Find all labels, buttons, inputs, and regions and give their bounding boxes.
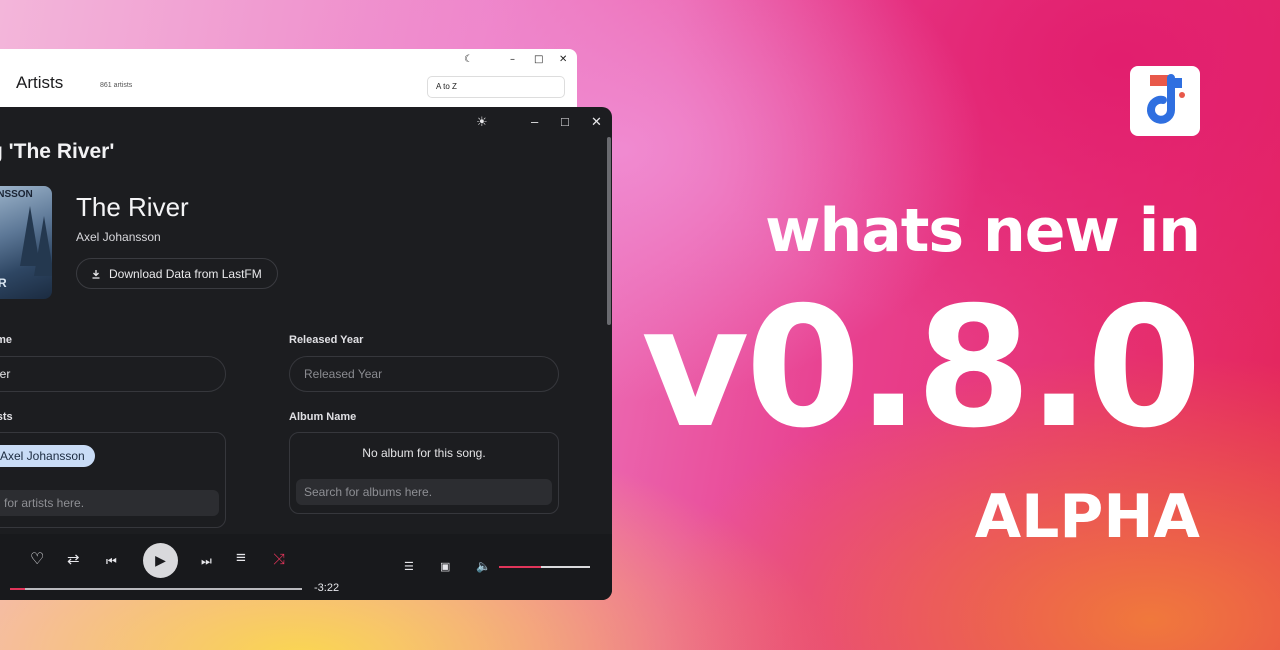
album-empty-message: No album for this song. [362,446,486,460]
album-cover: ANSSON ER [0,186,52,299]
song-artist: Axel Johansson [76,230,161,244]
scrollbar[interactable] [607,137,611,325]
minimize-icon[interactable]: – [510,55,515,65]
shuffle-icon[interactable]: ⤨ [273,552,285,568]
theme-sun-icon[interactable]: ☀ [476,115,488,129]
volume-slider[interactable] [499,566,590,568]
minimize-icon[interactable]: – [531,115,538,129]
close-icon[interactable]: ✕ [559,55,567,65]
download-icon [92,269,100,279]
heart-icon[interactable]: ♡ [30,552,44,568]
music-note-icon [1147,74,1185,124]
lastfm-button-label: Download Data from LastFM [109,266,262,281]
lyrics-icon[interactable]: ☰ [404,559,414,575]
page-title: g 'The River' [0,140,115,163]
sort-select[interactable]: A to Z [427,76,565,98]
player-bar: ♡ ⇄ ⏮ ▶ ⏭ ≡ ⤨ -3:22 ☰ ▣ 🔈 [0,534,612,600]
released-year-label: Released Year [289,334,364,346]
theme-moon-icon[interactable]: ☾ [464,55,473,65]
page-title: Artists [16,73,64,92]
remaining-time: -3:22 [314,582,340,594]
previous-icon[interactable]: ⏮ [106,553,117,569]
progress-fill [10,588,25,590]
artists-label: tists [0,411,13,423]
download-lastfm-button[interactable]: Download Data from LastFM [76,258,278,289]
queue-icon[interactable]: ≡ [236,549,246,566]
volume-icon[interactable]: 🔈 [476,558,491,574]
album-search-input[interactable]: Search for albums here. [296,479,552,505]
progress-bar[interactable] [10,588,302,590]
version-number: v0.8.0 [641,272,1202,465]
promo-headline: whats new in [765,196,1201,266]
artist-search-input[interactable]: ch for artists here. [0,490,219,516]
cover-text: ANSSON [0,189,33,200]
song-info-window: ☀ – □ ✕ g 'The River' ANSSON ER The Rive… [0,107,612,600]
play-button[interactable]: ▶ [143,543,178,578]
cover-text: ER [0,276,7,290]
album-name-label: Album Name [289,411,357,423]
volume-fill [499,566,541,568]
repeat-icon[interactable]: ⇄ [67,552,80,568]
artist-chip[interactable]: Axel Johansson [0,445,95,467]
app-logo [1130,66,1200,136]
name-label: ame [0,334,13,346]
song-title: The River [76,192,189,222]
close-icon[interactable]: ✕ [591,115,602,129]
maximize-icon[interactable]: □ [534,55,543,65]
next-icon[interactable]: ⏭ [201,553,212,569]
artist-count: 861 artists [100,82,133,89]
maximize-icon[interactable]: □ [561,115,569,129]
mini-player-icon[interactable]: ▣ [440,559,450,575]
play-icon: ▶ [155,552,166,568]
released-year-field[interactable]: Released Year [289,356,559,392]
release-tag: ALPHA [974,482,1200,552]
name-field[interactable]: iver [0,356,226,392]
